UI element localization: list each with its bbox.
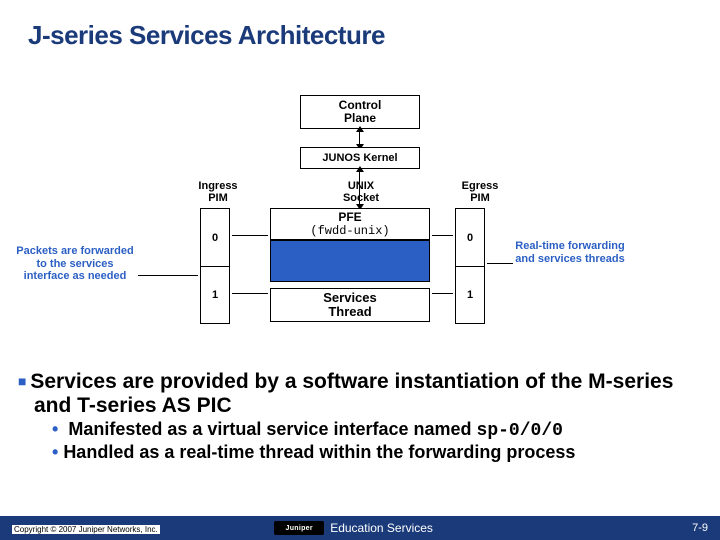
ingress-port-1: 1	[201, 266, 229, 323]
egress-pim-label: Egress PIM	[450, 180, 510, 204]
connector-cp-kernel	[359, 131, 360, 145]
egress-port-0: 0	[456, 209, 484, 266]
interface-name-code: sp-0/0/0	[477, 421, 563, 441]
ingress-pim-label: Ingress PIM	[188, 180, 248, 204]
architecture-diagram: Control Plane JUNOS Kernel Ingress PIM U…	[120, 95, 640, 355]
footer-center-text: Education Services	[330, 521, 433, 535]
bullet-level1: Services are provided by a software inst…	[18, 370, 702, 417]
pfe-box: PFE (fwdd-unix)	[270, 208, 430, 240]
pfe-subtitle: (fwdd-unix)	[271, 224, 429, 238]
connector-note-left	[138, 275, 198, 276]
pfe-title: PFE	[271, 210, 429, 224]
services-thread-box: Services Thread	[270, 288, 430, 322]
footer-center: Juniper Education Services	[274, 521, 433, 535]
unix-socket-label: UNIX Socket	[336, 180, 386, 204]
bullet-level2-a: Manifested as a virtual service interfac…	[18, 419, 702, 442]
bullet-level2-b: Handled as a real-time thread within the…	[18, 442, 702, 463]
egress-ports: 0 1	[455, 208, 485, 324]
connector-note-right	[487, 263, 513, 264]
slide-title: J-series Services Architecture	[0, 0, 720, 51]
packets-note: Packets are forwarded to the services in…	[15, 245, 135, 283]
copyright-text: Copyright © 2007 Juniper Networks, Inc.	[12, 525, 160, 534]
bullet-list: Services are provided by a software inst…	[18, 370, 702, 462]
forwarding-thread-box	[270, 240, 430, 282]
bullet-l2a-text: Manifested as a virtual service interfac…	[68, 419, 476, 439]
juniper-logo-icon: Juniper	[274, 521, 324, 535]
connector-ingress-0	[232, 235, 268, 236]
connector-egress-1	[432, 293, 453, 294]
connector-egress-0	[432, 235, 453, 236]
connector-ingress-1	[232, 293, 268, 294]
page-number: 7-9	[692, 522, 708, 534]
realtime-note: Real-time forwarding and services thread…	[515, 240, 625, 265]
egress-port-1: 1	[456, 266, 484, 323]
ingress-port-0: 0	[201, 209, 229, 266]
ingress-ports: 0 1	[200, 208, 230, 324]
control-plane-box: Control Plane	[300, 95, 420, 129]
